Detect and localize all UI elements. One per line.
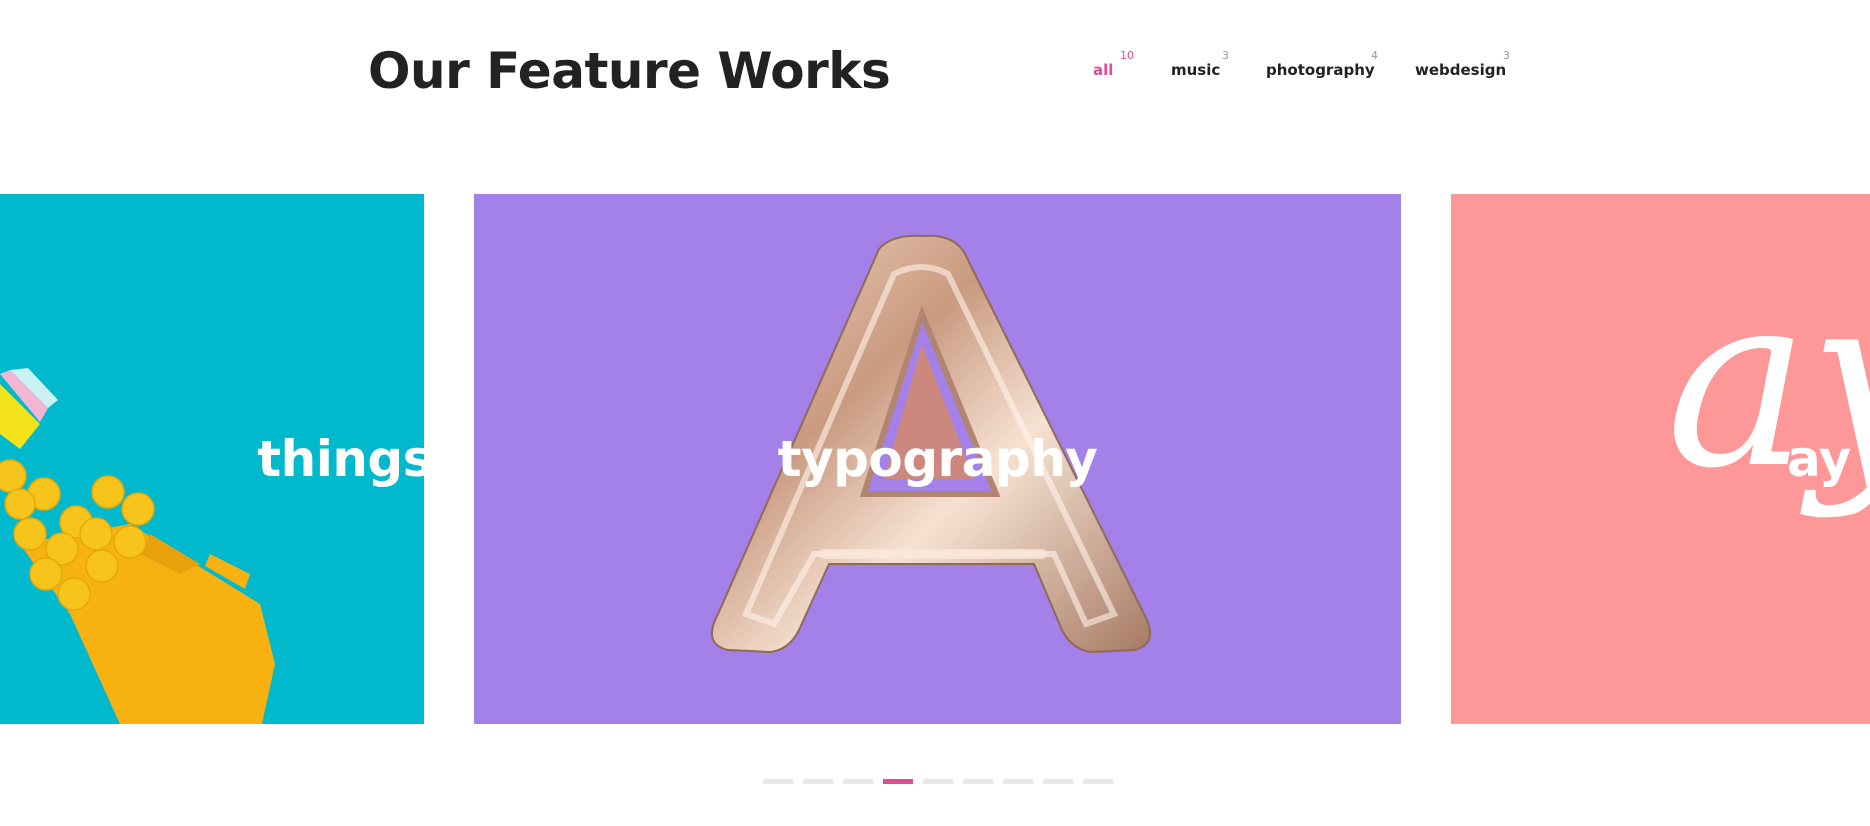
pagination-dot-active[interactable] <box>883 779 913 784</box>
pagination-dot[interactable] <box>843 779 873 784</box>
portfolio-card-things[interactable]: things <box>0 194 424 724</box>
filter-webdesign-label: webdesign <box>1415 61 1507 79</box>
pagination-dot[interactable] <box>963 779 993 784</box>
filter-photography[interactable]: photography 4 <box>1266 49 1378 80</box>
pagination-dot[interactable] <box>1043 779 1073 784</box>
filter-all-count: 10 <box>1120 49 1134 62</box>
portfolio-filter-nav: all 10 music 3 photography 4 webdesign 3 <box>0 0 1870 100</box>
filter-music[interactable]: music 3 <box>1171 49 1229 80</box>
portfolio-card-label: typography <box>777 430 1098 488</box>
filter-music-count: 3 <box>1222 49 1229 62</box>
filter-webdesign[interactable]: webdesign 3 <box>1415 49 1510 80</box>
pagination-dot[interactable] <box>1083 779 1113 784</box>
filter-all-label: all <box>1093 61 1114 79</box>
portfolio-card-label: things <box>257 430 424 488</box>
portfolio-carousel[interactable]: things typography a ay <box>0 194 1870 724</box>
carousel-pagination <box>0 779 1870 787</box>
filter-photography-label: photography <box>1266 61 1375 79</box>
filter-webdesign-count: 3 <box>1503 49 1510 62</box>
pagination-dot[interactable] <box>923 779 953 784</box>
pagination-dot[interactable] <box>763 779 793 784</box>
portfolio-card-right[interactable]: ay ay <box>1451 194 1870 724</box>
pagination-dot[interactable] <box>1003 779 1033 784</box>
filter-photography-count: 4 <box>1371 49 1378 62</box>
portfolio-card-label: ay <box>1787 430 1851 488</box>
filter-all[interactable]: all 10 <box>1093 49 1134 80</box>
pagination-dot[interactable] <box>803 779 833 784</box>
filter-music-label: music <box>1171 61 1221 79</box>
portfolio-card-typography[interactable]: typography <box>474 194 1401 724</box>
